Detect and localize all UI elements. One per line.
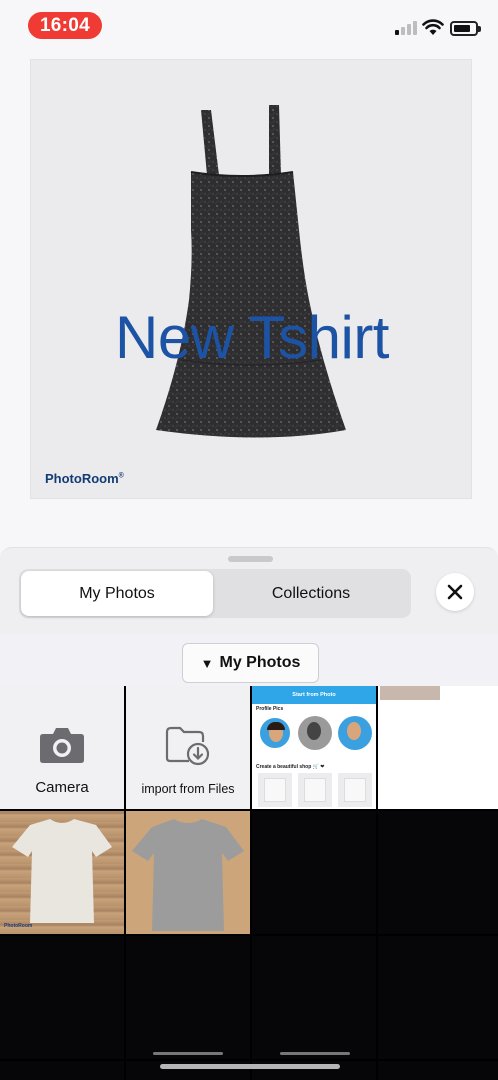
tab-my-photos[interactable]: My Photos	[21, 571, 213, 616]
import-files-label: import from Files	[141, 782, 235, 796]
album-selector-label: My Photos	[219, 654, 301, 671]
folder-download-icon	[165, 726, 210, 766]
dress-image	[156, 105, 346, 438]
photo-thumbnail-dark[interactable]	[378, 811, 498, 934]
scroll-indicator	[280, 1052, 350, 1055]
triangle-down-icon: ▼	[200, 655, 214, 671]
album-selector-button[interactable]: ▼ My Photos	[182, 643, 319, 683]
thumb-product-2	[298, 773, 332, 807]
thumb-brand: PhotoRoom	[4, 923, 33, 929]
import-files-tile[interactable]: import from Files	[126, 686, 250, 809]
tab-collections[interactable]: Collections	[213, 571, 409, 616]
thumb-avatar-2	[298, 716, 332, 750]
photo-thumbnail-tshirt-wood[interactable]: PhotoRoom	[0, 811, 124, 934]
photo-thumbnail-screenshot[interactable]: Start from Photo Profile Pics Create a b…	[252, 686, 376, 809]
camera-label: Camera	[35, 779, 89, 796]
close-icon	[447, 584, 463, 600]
home-indicator[interactable]	[160, 1064, 340, 1069]
photo-thumbnail-tshirt-grey[interactable]	[126, 811, 250, 934]
photo-thumbnail-blank[interactable]	[378, 686, 498, 809]
scroll-indicator	[153, 1052, 223, 1055]
thumb-strip	[380, 686, 440, 700]
close-button[interactable]	[436, 573, 474, 611]
battery-icon	[450, 21, 481, 36]
wifi-icon	[422, 19, 444, 35]
thumb-product-3	[338, 773, 372, 807]
photoroom-watermark: PhotoRoom®	[45, 471, 124, 486]
thumb-avatar-3	[338, 716, 372, 750]
screen: 16:04 New Tshirt PhotoRoom® My Photos Co…	[0, 0, 498, 1080]
sheet-drag-handle[interactable]	[228, 556, 273, 562]
thumb-header: Start from Photo	[252, 686, 376, 704]
tshirt-image	[132, 819, 244, 931]
tshirt-image	[12, 819, 112, 923]
cellular-signal-icon	[395, 21, 417, 35]
design-preview[interactable]: New Tshirt PhotoRoom®	[30, 59, 472, 499]
status-time: 16:04	[28, 12, 102, 39]
thumb-avatar-1	[258, 716, 292, 750]
photo-thumbnail-dark[interactable]	[0, 936, 124, 1059]
thumb-section-profile: Profile Pics	[256, 706, 284, 712]
overlay-text[interactable]: New Tshirt	[81, 308, 423, 368]
photo-thumbnail-dark[interactable]	[126, 936, 250, 1059]
thumb-section-shop: Create a beautiful shop 🛒 ❤	[256, 764, 325, 770]
camera-tile[interactable]: Camera	[0, 686, 124, 809]
photo-thumbnail-dark[interactable]	[378, 1061, 498, 1080]
thumb-product-1	[258, 773, 292, 807]
camera-icon	[40, 728, 84, 763]
source-segmented-control: My Photos Collections	[19, 569, 411, 618]
photo-thumbnail-dark[interactable]	[252, 811, 376, 934]
photo-thumbnail-dark[interactable]	[252, 936, 376, 1059]
status-bar: 16:04	[0, 0, 498, 50]
photo-thumbnail-dark[interactable]	[0, 1061, 124, 1080]
photo-thumbnail-dark[interactable]	[378, 936, 498, 1059]
photo-grid: Camera import from Files Start from Phot…	[0, 686, 498, 1080]
